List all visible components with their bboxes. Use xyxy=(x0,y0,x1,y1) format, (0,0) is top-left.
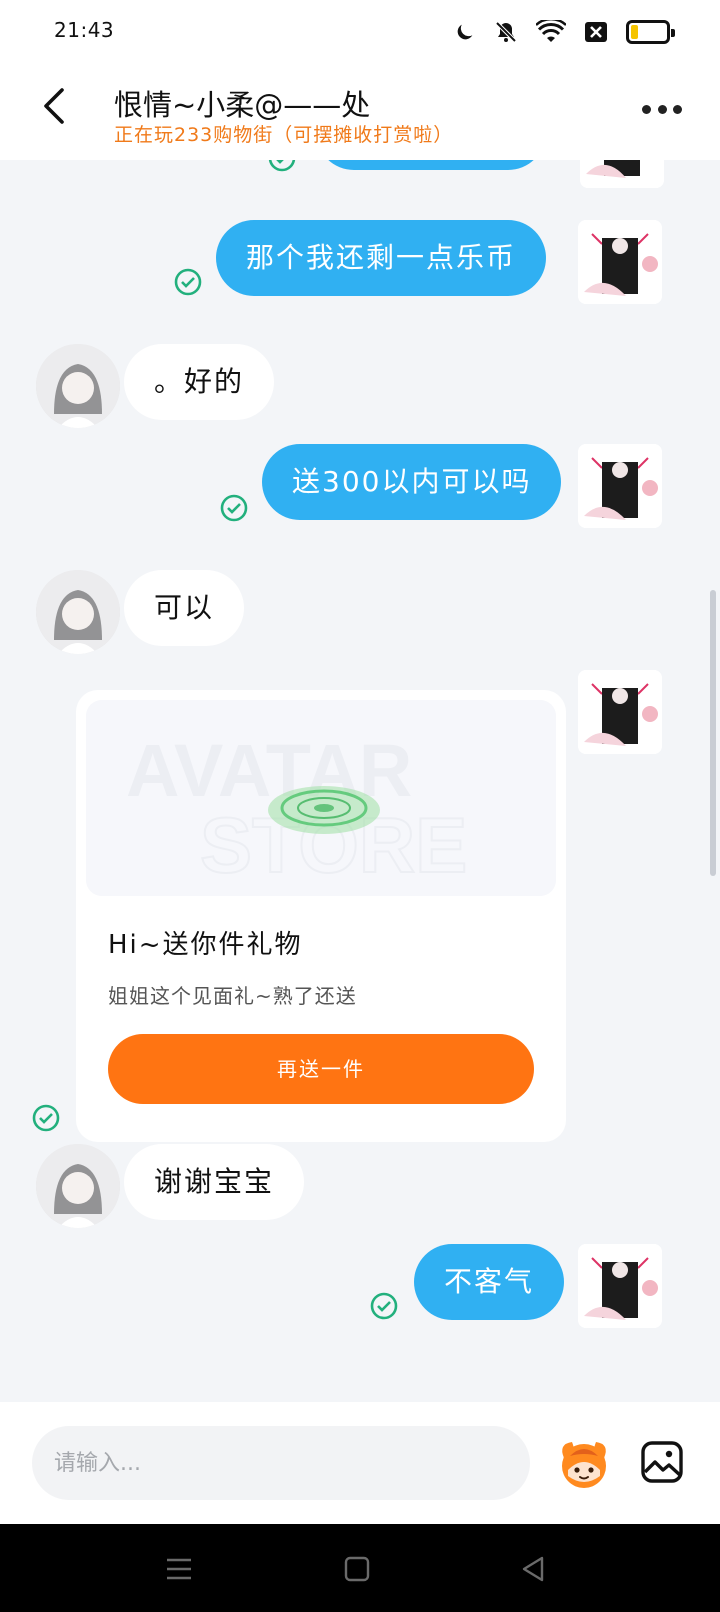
message-list[interactable]: 那个我还剩一点乐币 。好的 送300以内可以吗 可以 AVATAR STORE … xyxy=(0,160,720,1402)
bell-off-icon xyxy=(495,21,517,43)
message-bubble-partial xyxy=(316,160,546,170)
input-bar xyxy=(0,1402,720,1524)
chat-header: 恨情~小柔@——处 正在玩233购物街（可摆摊收打赏啦） xyxy=(0,62,720,160)
status-bar: 21:43 xyxy=(0,0,720,62)
contact-status[interactable]: 正在玩233购物街（可摆摊收打赏啦） xyxy=(114,120,453,147)
sent-check-icon xyxy=(174,268,202,296)
avatar-image xyxy=(578,444,662,528)
avatar-image xyxy=(578,220,662,304)
dot-icon xyxy=(673,104,682,114)
contact-message-bubble[interactable]: 。好的 xyxy=(124,344,275,420)
message-input[interactable] xyxy=(32,1426,530,1500)
contact-avatar[interactable] xyxy=(36,570,120,654)
moon-icon xyxy=(457,24,473,40)
contact-message-bubble[interactable]: 谢谢宝宝 xyxy=(124,1144,305,1220)
status-time: 21:43 xyxy=(54,18,115,42)
gift-title: Hi~送你件礼物 xyxy=(108,930,303,960)
sent-check-icon xyxy=(370,1292,398,1320)
avatar-image xyxy=(36,570,120,654)
sent-check-icon xyxy=(268,160,296,172)
more-options-button[interactable] xyxy=(642,102,682,116)
my-avatar[interactable] xyxy=(578,1244,662,1328)
dot-icon xyxy=(642,104,651,114)
contact-message-bubble[interactable]: 可以 xyxy=(124,570,245,646)
back-triangle-icon[interactable] xyxy=(518,1554,548,1584)
status-icons xyxy=(454,16,675,48)
battery-level xyxy=(631,25,638,39)
contact-avatar[interactable] xyxy=(36,344,120,428)
sent-check-icon xyxy=(220,494,248,522)
gift-banner: AVATAR STORE xyxy=(86,700,556,896)
avatar-image xyxy=(36,1144,120,1228)
battery-icon xyxy=(626,20,675,44)
my-message-bubble[interactable]: 送300以内可以吗 xyxy=(262,444,562,520)
my-avatar[interactable] xyxy=(578,220,662,304)
gift-description: 姐姐这个见面礼~熟了还送 xyxy=(108,984,357,1008)
avatar-image xyxy=(36,344,120,428)
sim-off-icon xyxy=(585,22,607,42)
chat-screen: 21:43 恨情~小柔@——处 正在玩233购物街（可摆摊收打赏啦） 那个我还剩… xyxy=(0,0,720,1612)
image-picker-icon[interactable] xyxy=(640,1440,684,1484)
my-avatar[interactable] xyxy=(580,160,664,188)
menu-icon[interactable] xyxy=(164,1554,194,1584)
gift-banner-image: AVATAR STORE xyxy=(86,700,556,896)
sent-check-icon xyxy=(32,1104,60,1132)
avatar-image xyxy=(578,1244,662,1328)
avatar-image xyxy=(580,160,664,188)
my-message-bubble[interactable]: 不客气 xyxy=(414,1244,565,1320)
dot-icon xyxy=(657,104,667,114)
scrollbar[interactable] xyxy=(710,590,716,876)
gift-card[interactable]: AVATAR STORE Hi~送你件礼物 姐姐这个见面礼~熟了还送 再送一件 xyxy=(76,690,566,1142)
send-another-gift-button[interactable]: 再送一件 xyxy=(108,1034,534,1104)
home-square-icon[interactable] xyxy=(342,1554,372,1584)
my-message-bubble[interactable]: 那个我还剩一点乐币 xyxy=(216,220,547,296)
contact-avatar[interactable] xyxy=(36,1144,120,1228)
avatar-image xyxy=(578,670,662,754)
emoji-avatar-icon[interactable] xyxy=(556,1436,612,1492)
system-nav-bar xyxy=(0,1524,720,1612)
contact-name: 恨情~小柔@——处 xyxy=(114,88,371,122)
my-avatar[interactable] xyxy=(578,670,662,754)
wifi-icon xyxy=(536,20,566,42)
back-button[interactable] xyxy=(36,84,76,128)
my-avatar[interactable] xyxy=(578,444,662,528)
